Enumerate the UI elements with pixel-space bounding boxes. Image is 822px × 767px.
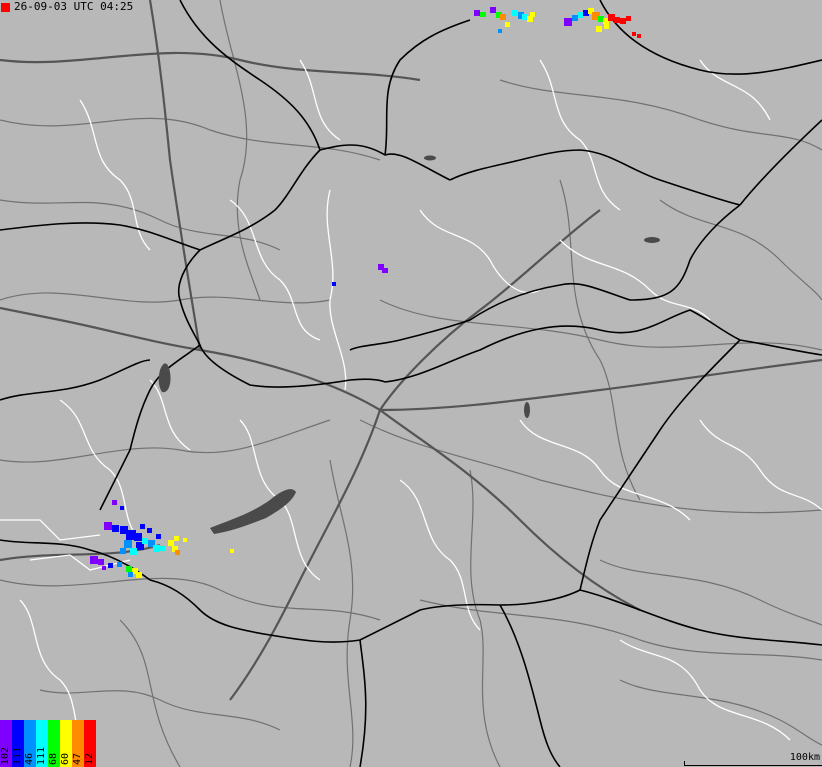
timestamp-bar: 26-09-03 UTC 04:25 bbox=[0, 0, 137, 14]
legend-swatch: 68 bbox=[48, 720, 60, 767]
legend-label: 60 bbox=[60, 752, 71, 765]
color-legend: 102 111 46 111 68 60 47 12 bbox=[0, 720, 96, 767]
legend-swatch: 12 bbox=[84, 720, 96, 767]
legend-swatch: 111 bbox=[12, 720, 24, 767]
legend-label: 68 bbox=[48, 752, 59, 765]
legend-label: 46 bbox=[24, 752, 35, 765]
legend-swatch: 60 bbox=[60, 720, 72, 767]
legend-swatch: 46 bbox=[24, 720, 36, 767]
legend-swatch: 47 bbox=[72, 720, 84, 767]
scale-label: 100km bbox=[789, 752, 820, 763]
legend-label: 111 bbox=[36, 746, 47, 765]
status-marker bbox=[1, 2, 10, 12]
legend-label: 12 bbox=[84, 752, 95, 765]
scale-bar: 100km bbox=[684, 752, 822, 767]
legend-swatch: 102 bbox=[0, 720, 12, 767]
legend-label: 111 bbox=[12, 746, 23, 765]
timestamp-label: 26-09-03 UTC 04:25 bbox=[14, 0, 134, 13]
legend-label: 47 bbox=[72, 752, 83, 765]
legend-label: 102 bbox=[0, 746, 11, 765]
lightning-map bbox=[0, 0, 822, 767]
legend-swatch: 111 bbox=[36, 720, 48, 767]
